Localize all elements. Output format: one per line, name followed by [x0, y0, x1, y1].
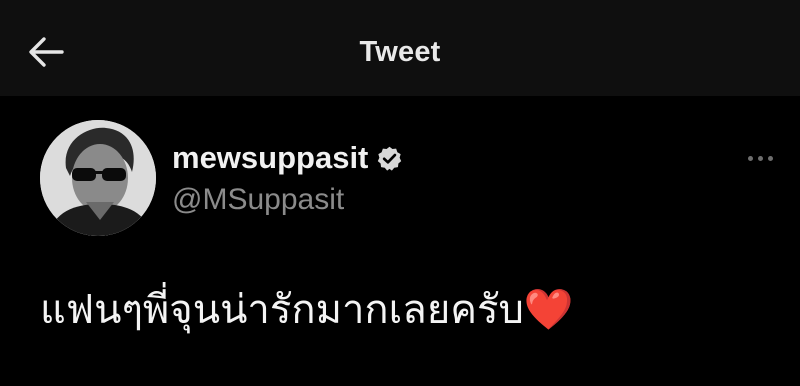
- verified-badge-icon: [378, 146, 402, 171]
- page-title: Tweet: [359, 35, 441, 68]
- profile-photo: [40, 120, 156, 236]
- avatar[interactable]: [40, 120, 156, 236]
- more-dot: [767, 155, 773, 161]
- more-dot: [757, 155, 763, 161]
- author-name-row[interactable]: mewsuppasit: [172, 140, 403, 176]
- more-options-button[interactable]: [740, 146, 780, 170]
- more-dot: [747, 155, 753, 161]
- display-name[interactable]: mewsuppasit: [172, 140, 368, 176]
- tweet-text: แฟนๆพี่จุนน่ารักมากเลยครับ❤️: [40, 287, 574, 333]
- author-handle[interactable]: @MSuppasit: [172, 182, 344, 218]
